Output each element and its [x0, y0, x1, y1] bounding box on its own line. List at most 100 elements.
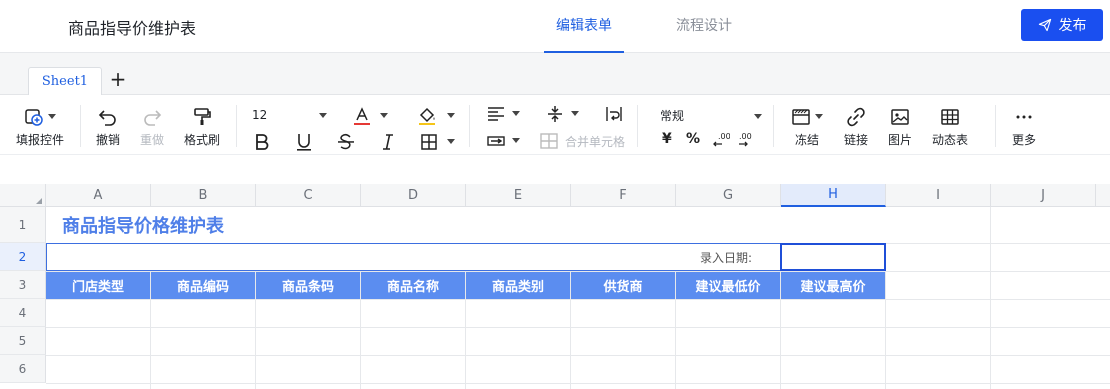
merge-cells-button[interactable]: 合并单元格: [539, 131, 625, 151]
column-header-c[interactable]: C: [256, 184, 361, 207]
column-header-d[interactable]: D: [361, 184, 466, 207]
active-cell-h2[interactable]: [780, 243, 886, 271]
chevron-down-icon: [380, 113, 388, 118]
more-button[interactable]: 更多: [1012, 107, 1036, 148]
row-header-3[interactable]: 3: [0, 271, 46, 299]
publish-button[interactable]: 发布: [1021, 9, 1103, 41]
column-header-a[interactable]: A: [46, 184, 151, 207]
send-icon: [1038, 18, 1051, 32]
toolbar-divider: [637, 105, 638, 147]
table-header-cell[interactable]: 商品类别: [466, 272, 570, 299]
italic-icon[interactable]: [378, 132, 398, 152]
merged-cell-a2-g2[interactable]: [46, 243, 781, 271]
row-header-5[interactable]: 5: [0, 327, 46, 355]
row-header-4[interactable]: 4: [0, 299, 46, 327]
grid-line: [46, 327, 1110, 328]
tab-flow-design[interactable]: 流程设计: [676, 15, 732, 53]
currency-format-button[interactable]: ¥: [662, 131, 672, 147]
publish-label: 发布: [1058, 18, 1087, 34]
format-painter-label: 格式刷: [184, 133, 221, 147]
link-label: 链接: [844, 133, 869, 147]
undo-icon: [98, 110, 116, 126]
strikethrough-icon[interactable]: [336, 132, 356, 152]
table-header-cell[interactable]: 门店类型: [46, 272, 150, 299]
table-header-cell[interactable]: 商品编码: [151, 272, 255, 299]
grid-line: [990, 207, 991, 389]
column-header-e[interactable]: E: [466, 184, 571, 207]
select-all-corner[interactable]: [0, 184, 46, 207]
column-header-h[interactable]: H: [781, 184, 886, 207]
chevron-down-icon: [753, 114, 762, 119]
bold-icon[interactable]: [252, 132, 272, 152]
toolbar-divider: [469, 105, 470, 147]
fill-control-button[interactable]: 填报控件: [16, 107, 64, 148]
chevron-down-icon: [319, 113, 328, 118]
decrease-decimal-icon[interactable]: .00: [710, 130, 730, 150]
chevron-down-icon: [815, 114, 823, 119]
fill-color-button[interactable]: [417, 106, 455, 126]
sheet-tab-sheet1[interactable]: Sheet1: [28, 67, 102, 95]
column-header-j[interactable]: J: [991, 184, 1096, 207]
column-header-g[interactable]: G: [676, 184, 781, 207]
row-header-2[interactable]: 2: [0, 243, 46, 271]
font-color-icon: [354, 107, 370, 125]
increase-decimal-icon[interactable]: .00: [735, 130, 755, 150]
horizontal-align-button[interactable]: [486, 104, 520, 124]
font-size-value: 12: [252, 108, 268, 122]
toolbar-divider: [236, 105, 237, 147]
more-icon: [1016, 115, 1032, 119]
text-overflow-icon: [487, 136, 505, 146]
paintbrush-icon: [194, 108, 211, 125]
number-format-value: 常规: [660, 109, 685, 123]
redo-label: 重做: [140, 133, 165, 147]
fill-control-label: 填报控件: [16, 133, 65, 147]
chevron-down-icon: [571, 111, 579, 116]
link-button[interactable]: 链接: [844, 107, 868, 148]
column-header-row: A B C D E F G H I J: [0, 184, 1110, 207]
add-sheet-button[interactable]: +: [110, 67, 127, 91]
undo-label: 撤销: [96, 133, 121, 147]
wrap-text-icon[interactable]: [604, 104, 624, 124]
number-format-select[interactable]: 常规: [660, 107, 762, 124]
chevron-down-icon: [447, 113, 455, 118]
more-label: 更多: [1012, 133, 1037, 147]
font-color-button[interactable]: [352, 106, 388, 126]
entry-date-label: 录入日期:: [699, 250, 752, 265]
border-icon: [421, 134, 437, 150]
border-button[interactable]: [419, 132, 455, 152]
table-header-cell[interactable]: 建议最低价: [676, 272, 780, 299]
font-size-select[interactable]: 12: [252, 108, 328, 122]
undo-button[interactable]: 撤销: [96, 107, 120, 148]
link-icon: [847, 107, 865, 127]
table-header-cell[interactable]: 供货商: [571, 272, 675, 299]
table-header-cell[interactable]: 商品名称: [361, 272, 465, 299]
percent-format-button[interactable]: %: [686, 131, 700, 147]
redo-button[interactable]: 重做: [140, 107, 164, 148]
sheet-title-cell[interactable]: 商品指导价格维护表: [46, 207, 886, 243]
vertical-align-button[interactable]: [545, 104, 579, 124]
table-icon: [941, 109, 959, 125]
grid-line: [46, 299, 1110, 300]
image-button[interactable]: 图片: [888, 107, 912, 148]
toolbar-divider: [773, 105, 774, 147]
table-header-cell[interactable]: 商品条码: [256, 272, 360, 299]
spreadsheet-grid[interactable]: A B C D E F G H I J 1 2 3 4 5 6 商品指导价格维护…: [0, 184, 1110, 389]
freeze-button[interactable]: 冻结: [791, 107, 823, 148]
toolbar-divider: [995, 105, 996, 147]
chevron-down-icon: [512, 138, 520, 143]
row-header-6[interactable]: 6: [0, 355, 46, 383]
grid-line: [46, 383, 1110, 384]
paint-bucket-icon: [419, 107, 435, 125]
dynamic-table-button[interactable]: 动态表: [932, 107, 968, 148]
merge-cells-icon: [540, 133, 558, 149]
column-header-b[interactable]: B: [151, 184, 256, 207]
align-left-icon: [488, 107, 504, 121]
column-header-f[interactable]: F: [571, 184, 676, 207]
format-painter-button[interactable]: 格式刷: [184, 107, 220, 148]
tab-edit-form[interactable]: 编辑表单: [544, 15, 624, 53]
underline-icon[interactable]: [294, 132, 314, 152]
table-header-cell[interactable]: 建议最高价: [781, 272, 885, 299]
column-header-i[interactable]: I: [886, 184, 991, 207]
row-header-1[interactable]: 1: [0, 207, 46, 243]
text-overflow-button[interactable]: [486, 131, 520, 151]
